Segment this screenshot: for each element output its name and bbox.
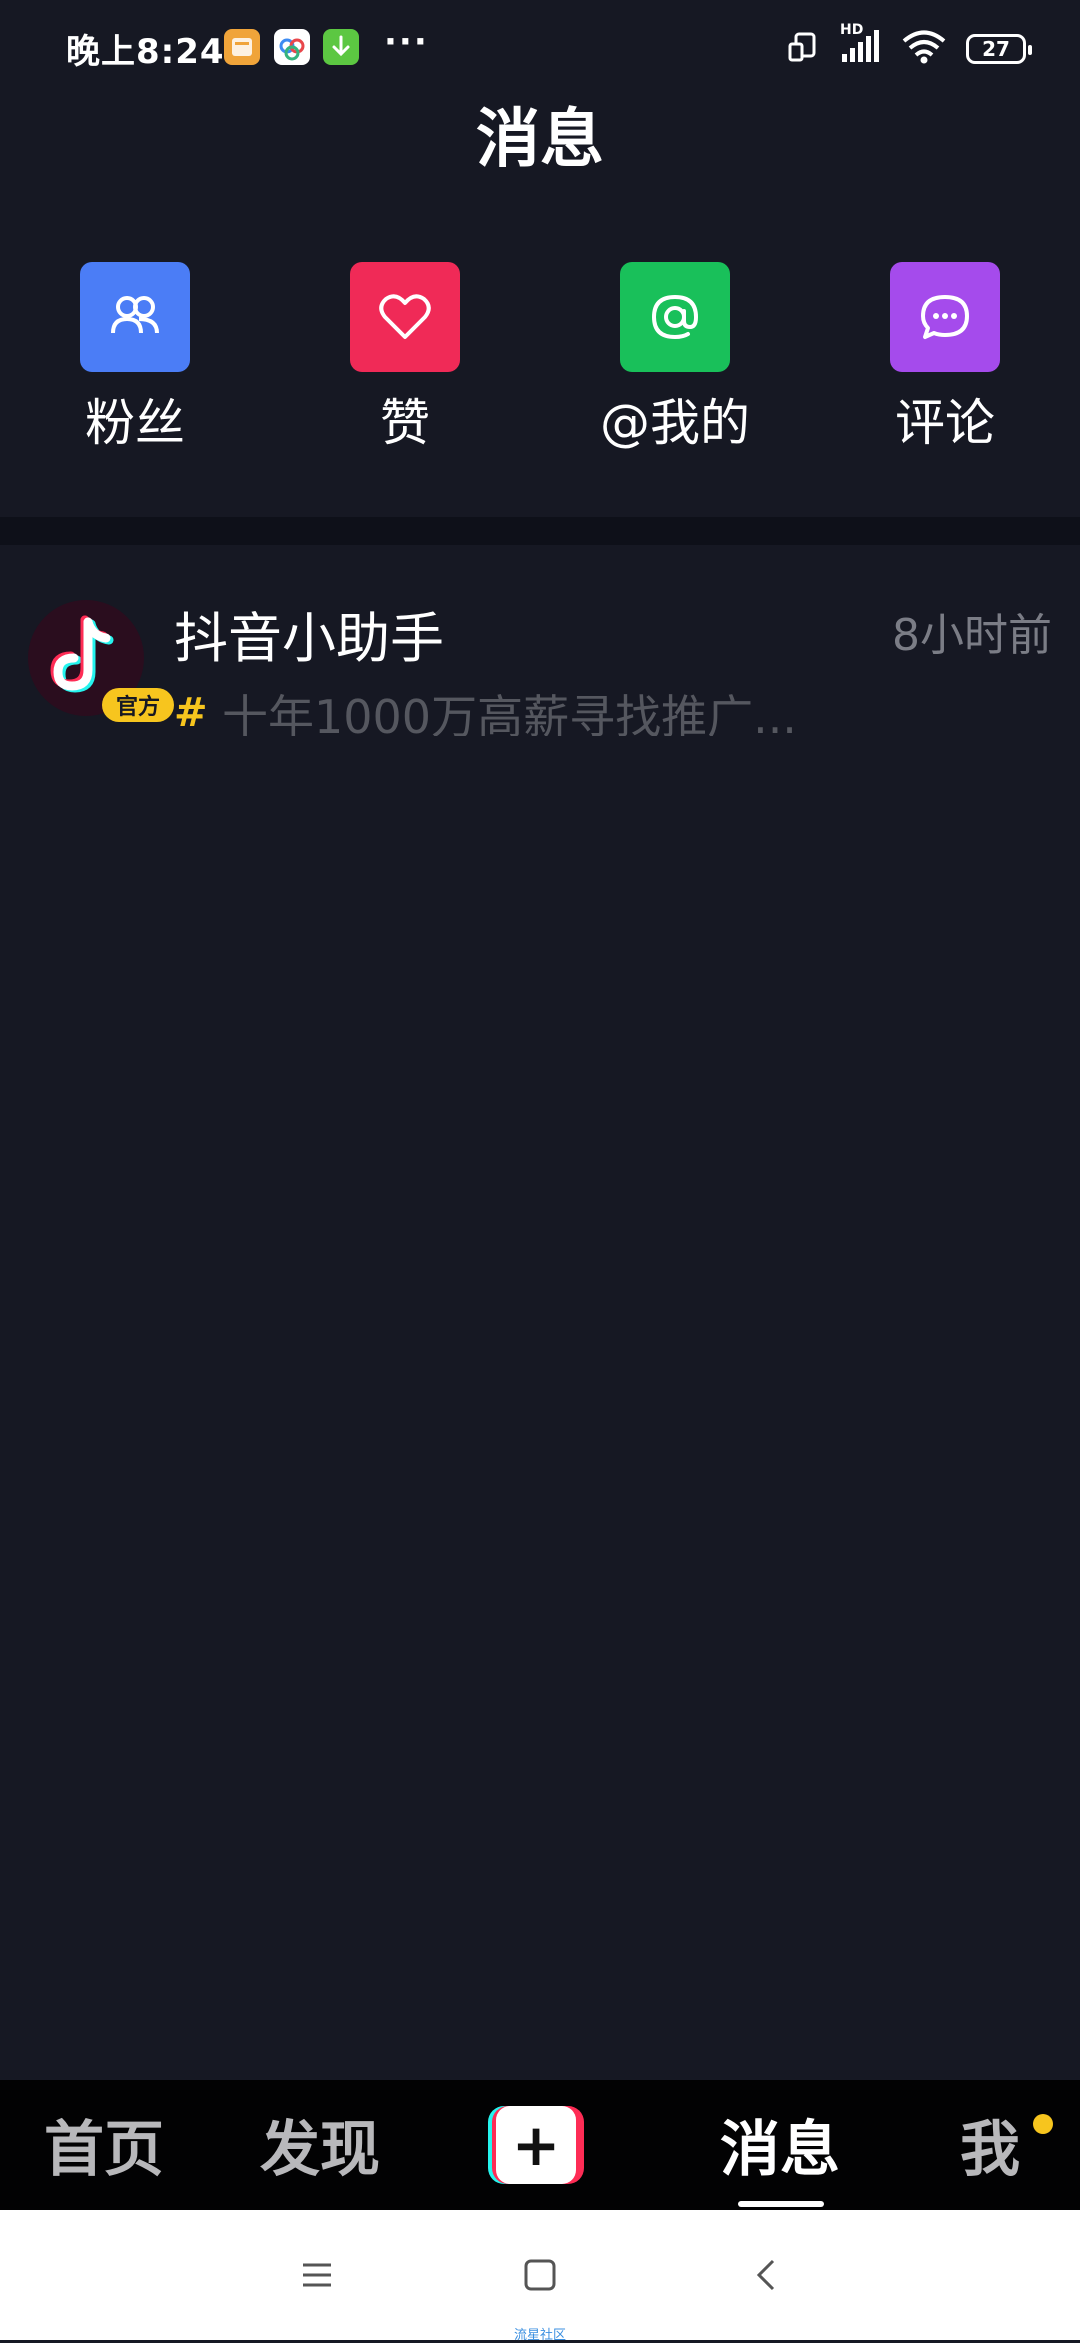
message-preview-container: # 十年1000万高薪寻找推广... xyxy=(174,684,904,736)
message-preview: 十年1000万高薪寻找推广... xyxy=(222,690,797,736)
shortcut-label: 评论 xyxy=(895,394,995,452)
comment-icon xyxy=(890,262,1000,372)
menu-icon[interactable] xyxy=(292,2250,342,2300)
hashtag-icon: # xyxy=(174,690,208,736)
active-tab-indicator xyxy=(738,2201,824,2207)
shortcut-mentions[interactable]: @我的 xyxy=(575,262,775,456)
rotate-lock-icon xyxy=(786,30,820,68)
tab-home[interactable]: 首页 xyxy=(44,2110,164,2190)
shortcut-fans[interactable]: 粉丝 xyxy=(35,262,235,456)
download-notification-icon xyxy=(323,29,359,65)
wifi-icon xyxy=(902,30,946,68)
hd-label: HD xyxy=(840,22,864,38)
status-indicators: HD 27 xyxy=(786,22,1032,72)
message-sender-name: 抖音小助手 xyxy=(174,607,444,670)
status-bar: 晚上8:24 ··· HD 27 xyxy=(0,0,1080,100)
shortcut-label: 赞 xyxy=(380,394,430,452)
shortcut-comments[interactable]: 评论 xyxy=(845,262,1045,456)
official-badge: 官方 xyxy=(102,688,174,722)
watermark: 流星社区 xyxy=(513,2328,566,2343)
message-time: 8小时前 xyxy=(892,610,1052,661)
tab-me[interactable]: 我 xyxy=(960,2110,1020,2190)
more-notifications-icon: ··· xyxy=(384,22,429,62)
create-button[interactable]: + xyxy=(488,2106,584,2184)
at-icon xyxy=(620,262,730,372)
battery-indicator: 27 xyxy=(966,34,1032,64)
home-icon[interactable] xyxy=(515,2250,565,2300)
shortcut-likes[interactable]: 赞 xyxy=(305,262,505,456)
tab-messages[interactable]: 消息 xyxy=(720,2110,840,2190)
bottom-tab-bar: 首页 发现 + 消息 我 xyxy=(0,2080,1080,2210)
back-icon[interactable] xyxy=(742,2250,792,2300)
system-navigation-bar: 流星社区 xyxy=(0,2210,1080,2343)
plus-icon: + xyxy=(496,2106,576,2184)
notification-dot xyxy=(1033,2114,1053,2134)
page-title: 消息 xyxy=(476,103,604,177)
section-divider xyxy=(0,517,1080,545)
avatar: 官方 xyxy=(28,600,174,722)
status-time: 晚上8:24 xyxy=(66,32,225,72)
notes-notification-icon xyxy=(224,29,260,65)
signal-icon: HD xyxy=(840,22,882,68)
fans-icon xyxy=(80,262,190,372)
message-row-assistant[interactable]: 官方 抖音小助手 8小时前 # 十年1000万高薪寻找推广... xyxy=(0,592,1080,752)
tab-discover[interactable]: 发现 xyxy=(260,2110,380,2190)
shortcut-label: 粉丝 xyxy=(85,394,185,452)
heart-icon xyxy=(350,262,460,372)
shortcut-label: @我的 xyxy=(600,394,750,452)
cloud-notification-icon xyxy=(274,29,310,65)
